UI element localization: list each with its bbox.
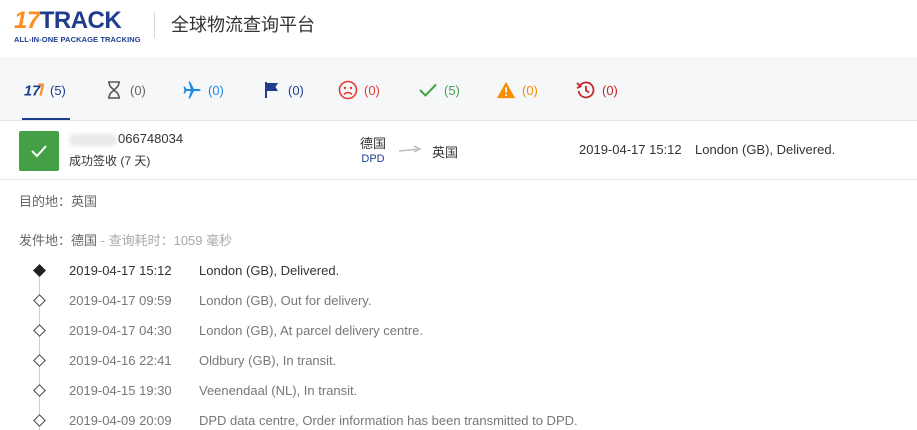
tab-not-found[interactable]: (0)	[104, 59, 146, 121]
17track-logo-icon: 17	[24, 80, 44, 100]
tracking-number[interactable]: 066748034	[69, 131, 183, 146]
timeline-event: 2019-04-16 22:41 Oldbury (GB), In transi…	[0, 346, 917, 376]
origin-label: 发件地	[19, 233, 59, 248]
warning-icon	[496, 80, 516, 100]
history-icon	[576, 80, 596, 100]
destination-label: 目的地	[19, 194, 59, 209]
redacted-prefix	[69, 133, 117, 146]
tab-count: (0)	[130, 82, 146, 98]
latest-event-time: 2019-04-17 15:12	[579, 142, 682, 157]
origin-detail: 发件地：德国 - 查询耗时：1059 毫秒	[19, 230, 232, 249]
airplane-icon	[182, 80, 202, 100]
tab-pickup[interactable]: (0)	[262, 59, 304, 121]
logo-number: 17	[14, 7, 40, 34]
header-divider	[154, 12, 155, 38]
carrier-link[interactable]: DPD	[357, 153, 389, 165]
tab-expired[interactable]: (0)	[576, 59, 618, 121]
timeline-dot-icon	[33, 384, 46, 397]
tab-delivered[interactable]: (5)	[418, 59, 460, 121]
event-desc: Veenendaal (NL), In transit.	[199, 383, 358, 398]
delivered-status-badge	[19, 131, 59, 171]
flag-icon	[262, 80, 282, 100]
17track-logo[interactable]: 17 TRACK ALL-IN-ONE PACKAGE TRACKING	[14, 8, 142, 45]
header: 17 TRACK ALL-IN-ONE PACKAGE TRACKING 全球物…	[0, 0, 917, 58]
tab-count: (5)	[444, 82, 460, 98]
status-tabs: 17 (5) (0) (0) (0) (0) (5) (0) (0)	[0, 58, 917, 121]
destination-value: ：英国	[58, 194, 98, 209]
tab-count: (0)	[364, 82, 380, 98]
event-time: 2019-04-16 22:41	[69, 353, 172, 368]
tab-count: (0)	[522, 82, 538, 98]
destination-country: 英国	[432, 145, 459, 160]
svg-text:17: 17	[24, 83, 41, 99]
event-time: 2019-04-15 19:30	[69, 383, 172, 398]
timeline-dot-icon	[33, 294, 46, 307]
tab-undelivered[interactable]: (0)	[338, 59, 380, 121]
destination-detail: 目的地：英国	[19, 191, 97, 210]
latest-event-desc: London (GB), Delivered.	[695, 142, 836, 157]
event-time: 2019-04-09 20:09	[69, 413, 172, 428]
event-desc: London (GB), Out for delivery.	[199, 293, 372, 308]
timeline-dot-icon	[33, 264, 46, 277]
event-time: 2019-04-17 04:30	[69, 323, 172, 338]
origin-country: 德国	[359, 136, 386, 151]
event-time: 2019-04-17 15:12	[69, 263, 172, 278]
logo-wordmark: 17 TRACK	[14, 8, 142, 34]
event-desc: DPD data centre, Order information has b…	[199, 413, 578, 428]
page-title: 全球物流查询平台	[171, 15, 315, 35]
origin-value: ：德国	[58, 233, 98, 248]
timeline-event: 2019-04-15 19:30 Veenendaal (NL), In tra…	[0, 376, 917, 406]
checkmark-icon	[418, 80, 438, 100]
tab-count: (5)	[50, 82, 66, 98]
tab-count: (0)	[208, 82, 224, 98]
logo-word: TRACK	[39, 7, 122, 34]
tracking-number-visible: 066748034	[118, 131, 184, 146]
hourglass-icon	[104, 80, 124, 100]
route-arrow-icon	[398, 145, 422, 153]
timeline-dot-icon	[33, 324, 46, 337]
timeline-dot-icon	[33, 414, 46, 427]
package-summary-row[interactable]: 066748034 成功签收 (7 天) 德国 DPD 英国 2019-04-1…	[0, 120, 917, 180]
delivery-status-text: 成功签收 (7 天)	[69, 154, 151, 168]
checkmark-icon	[31, 145, 47, 158]
tab-all[interactable]: 17 (5)	[22, 59, 70, 121]
logo-tagline: ALL-IN-ONE PACKAGE TRACKING	[14, 35, 141, 44]
event-desc: Oldbury (GB), In transit.	[199, 353, 337, 368]
timeline-dot-icon	[33, 354, 46, 367]
event-desc: London (GB), Delivered.	[199, 263, 340, 278]
timeline-event: 2019-04-17 15:12 London (GB), Delivered.	[0, 256, 917, 286]
tab-count: (0)	[602, 82, 618, 98]
timeline-event: 2019-04-09 20:09 DPD data centre, Order …	[0, 406, 917, 430]
timeline-event: 2019-04-17 04:30 London (GB), At parcel …	[0, 316, 917, 346]
event-desc: London (GB), At parcel delivery centre.	[199, 323, 424, 338]
query-time: - 查询耗时：1059 毫秒	[97, 233, 233, 248]
tab-in-transit[interactable]: (0)	[182, 59, 224, 121]
event-time: 2019-04-17 09:59	[69, 293, 172, 308]
tab-alert[interactable]: (0)	[496, 59, 538, 121]
sad-face-icon	[338, 80, 358, 100]
tab-count: (0)	[288, 82, 304, 98]
timeline-event: 2019-04-17 09:59 London (GB), Out for de…	[0, 286, 917, 316]
